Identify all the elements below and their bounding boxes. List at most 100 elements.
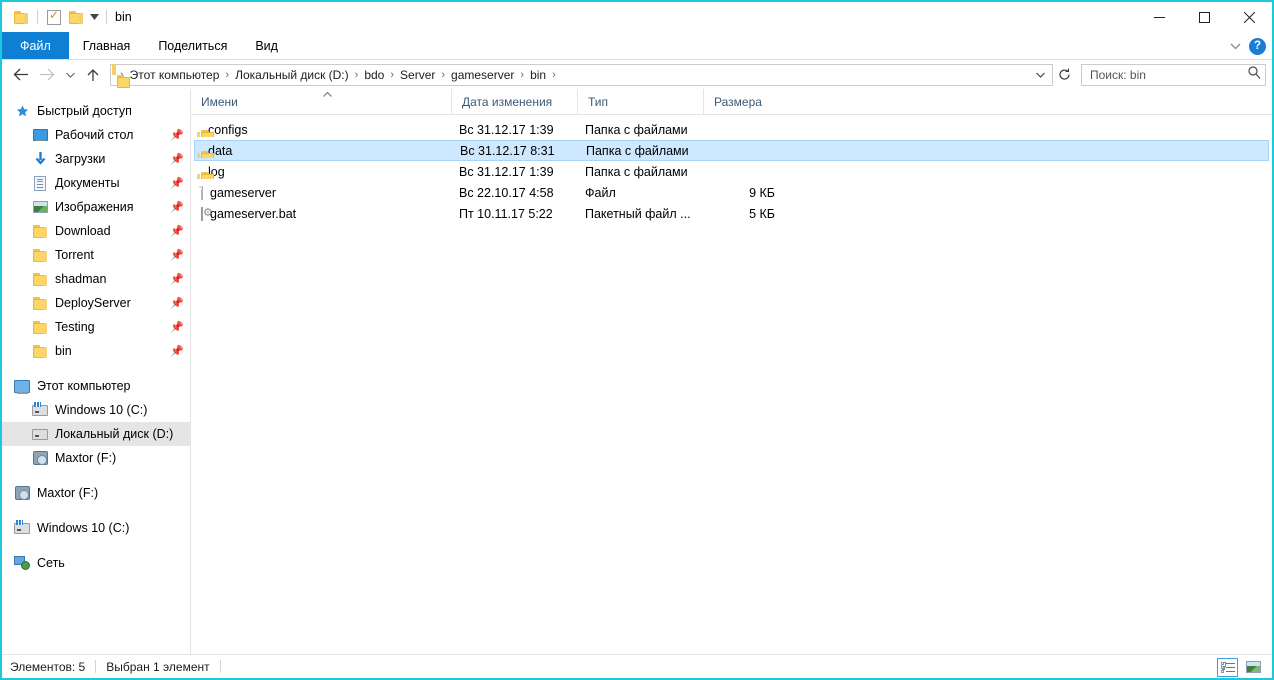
recent-locations-icon[interactable]: [60, 62, 80, 88]
explorer-window: bin Файл Главная Поделиться Вид ?: [0, 0, 1274, 680]
close-button[interactable]: [1227, 2, 1272, 32]
pin-icon[interactable]: 📌: [170, 297, 184, 310]
table-row[interactable]: log Вс 31.12.17 1:39 Папка с файлами: [194, 161, 1269, 182]
folder-icon: [31, 320, 49, 334]
pictures-icon: [31, 201, 49, 213]
sidebar-label: Загрузки: [55, 152, 106, 166]
sidebar-label: Torrent: [55, 248, 94, 262]
explorer-body: Быстрый доступ Рабочий стол 📌 Загрузки 📌…: [2, 88, 1272, 654]
pin-icon[interactable]: 📌: [170, 249, 184, 262]
sidebar-item-download[interactable]: Download 📌: [2, 219, 190, 243]
sidebar-item-testing[interactable]: Testing 📌: [2, 315, 190, 339]
up-button[interactable]: [80, 62, 106, 88]
breadcrumb-item-1[interactable]: Локальный диск (D:): [230, 68, 354, 82]
sidebar-item-network[interactable]: Сеть: [2, 551, 190, 575]
breadcrumb-separator-6[interactable]: ›: [551, 69, 557, 81]
chevron-down-icon[interactable]: [1230, 37, 1241, 55]
table-row[interactable]: configs Вс 31.12.17 1:39 Папка с файлами: [194, 119, 1269, 140]
sidebar-label: DeployServer: [55, 296, 131, 310]
customize-dropdown-icon[interactable]: [87, 7, 101, 27]
breadcrumb-bar[interactable]: › Этот компьютер › Локальный диск (D:) ›…: [110, 63, 1053, 88]
tab-view[interactable]: Вид: [241, 32, 292, 59]
windows-drive-icon: [13, 519, 31, 534]
file-name-cell[interactable]: gameserver: [194, 185, 451, 200]
navigation-pane: Быстрый доступ Рабочий стол 📌 Загрузки 📌…: [2, 89, 191, 654]
breadcrumb-item-4[interactable]: gameserver: [446, 68, 519, 82]
column-header-size[interactable]: Размера: [703, 88, 783, 115]
search-input[interactable]: Поиск: bin: [1090, 68, 1248, 82]
file-name-cell[interactable]: data: [195, 144, 452, 158]
sidebar-label: Быстрый доступ: [37, 104, 132, 118]
sidebar-item-bin[interactable]: bin 📌: [2, 339, 190, 363]
file-type-cell: Папка с файлами: [585, 164, 688, 179]
address-dropdown-icon[interactable]: [1030, 72, 1050, 78]
sidebar-item-quick-access[interactable]: Быстрый доступ: [2, 99, 190, 123]
sidebar-item-local-disk-d[interactable]: Локальный диск (D:): [2, 422, 190, 446]
sidebar-item-windows-10-c[interactable]: Windows 10 (C:): [2, 516, 190, 540]
ribbon-right-controls: ?: [1230, 32, 1266, 60]
sidebar-label: Рабочий стол: [55, 128, 134, 142]
file-name-cell[interactable]: configs: [194, 123, 451, 137]
column-header-date[interactable]: Дата изменения: [451, 88, 577, 115]
pin-icon[interactable]: 📌: [170, 321, 184, 334]
network-icon: [13, 556, 31, 570]
tab-file[interactable]: Файл: [2, 32, 69, 59]
sidebar-item-maxtor-f-child[interactable]: Maxtor (F:): [2, 446, 190, 470]
sidebar-label: Изображения: [55, 200, 134, 214]
folder-icon[interactable]: [10, 6, 32, 28]
sidebar-item-desktop[interactable]: Рабочий стол 📌: [2, 123, 190, 147]
toolbar-divider-2: [106, 10, 107, 24]
large-icons-view-button[interactable]: [1243, 658, 1264, 677]
folder-icon: [31, 248, 49, 262]
details-view-button[interactable]: [1217, 657, 1238, 677]
pin-icon[interactable]: 📌: [170, 201, 184, 214]
back-button[interactable]: [8, 62, 34, 88]
table-row[interactable]: gameserver.bat Пт 10.11.17 5:22 Пакетный…: [194, 203, 1269, 224]
pin-icon[interactable]: 📌: [170, 129, 184, 142]
sidebar-label: Windows 10 (C:): [37, 521, 130, 535]
sidebar-item-windows-c[interactable]: Windows 10 (C:): [2, 398, 190, 422]
column-header-name[interactable]: Имени: [191, 89, 451, 115]
sidebar-gap-2: [2, 470, 190, 481]
sidebar-label: Maxtor (F:): [55, 451, 117, 465]
breadcrumb-item-2[interactable]: bdo: [359, 68, 389, 82]
search-icon[interactable]: [1248, 65, 1261, 84]
pin-icon[interactable]: 📌: [170, 177, 184, 190]
search-box[interactable]: Поиск: bin: [1081, 63, 1266, 86]
properties-icon[interactable]: [43, 6, 65, 28]
file-name-cell[interactable]: log: [194, 165, 451, 179]
sidebar-item-deployserver[interactable]: DeployServer 📌: [2, 291, 190, 315]
sidebar-item-shadman[interactable]: shadman 📌: [2, 267, 190, 291]
item-count: Элементов: 5: [10, 659, 86, 674]
breadcrumb-item-5[interactable]: bin: [525, 68, 551, 82]
column-header-type[interactable]: Тип: [577, 88, 703, 115]
sidebar-item-pictures[interactable]: Изображения 📌: [2, 195, 190, 219]
breadcrumb-item-3[interactable]: Server: [395, 68, 440, 82]
pin-icon[interactable]: 📌: [170, 153, 184, 166]
pin-icon[interactable]: 📌: [170, 225, 184, 238]
breadcrumb-item-0[interactable]: Этот компьютер: [125, 68, 225, 82]
sidebar-item-documents[interactable]: Документы 📌: [2, 171, 190, 195]
sidebar-item-this-pc[interactable]: Этот компьютер: [2, 374, 190, 398]
maximize-button[interactable]: [1182, 2, 1227, 32]
file-size-cell: 5 КБ: [749, 206, 775, 221]
quick-access-toolbar: bin: [10, 6, 132, 28]
tab-home[interactable]: Главная: [69, 32, 145, 59]
help-icon[interactable]: ?: [1249, 37, 1266, 55]
table-row[interactable]: data Вс 31.12.17 8:31 Папка с файлами: [194, 140, 1269, 161]
pin-icon[interactable]: 📌: [170, 273, 184, 286]
sidebar-item-torrent[interactable]: Torrent 📌: [2, 243, 190, 267]
file-icon: [201, 185, 203, 200]
table-row[interactable]: gameserver Вс 22.10.17 4:58 Файл 9 КБ: [194, 182, 1269, 203]
minimize-button[interactable]: [1137, 2, 1182, 32]
file-name-label: gameserver.bat: [210, 206, 297, 221]
sidebar-label: Документы: [55, 176, 120, 190]
sidebar-item-maxtor-f[interactable]: Maxtor (F:): [2, 481, 190, 505]
tab-share[interactable]: Поделиться: [144, 32, 241, 59]
refresh-icon[interactable]: [1053, 64, 1075, 86]
sidebar-item-downloads[interactable]: Загрузки 📌: [2, 147, 190, 171]
pin-icon[interactable]: 📌: [170, 345, 184, 358]
new-folder-icon[interactable]: [65, 6, 87, 28]
file-name-cell[interactable]: gameserver.bat: [194, 206, 451, 221]
